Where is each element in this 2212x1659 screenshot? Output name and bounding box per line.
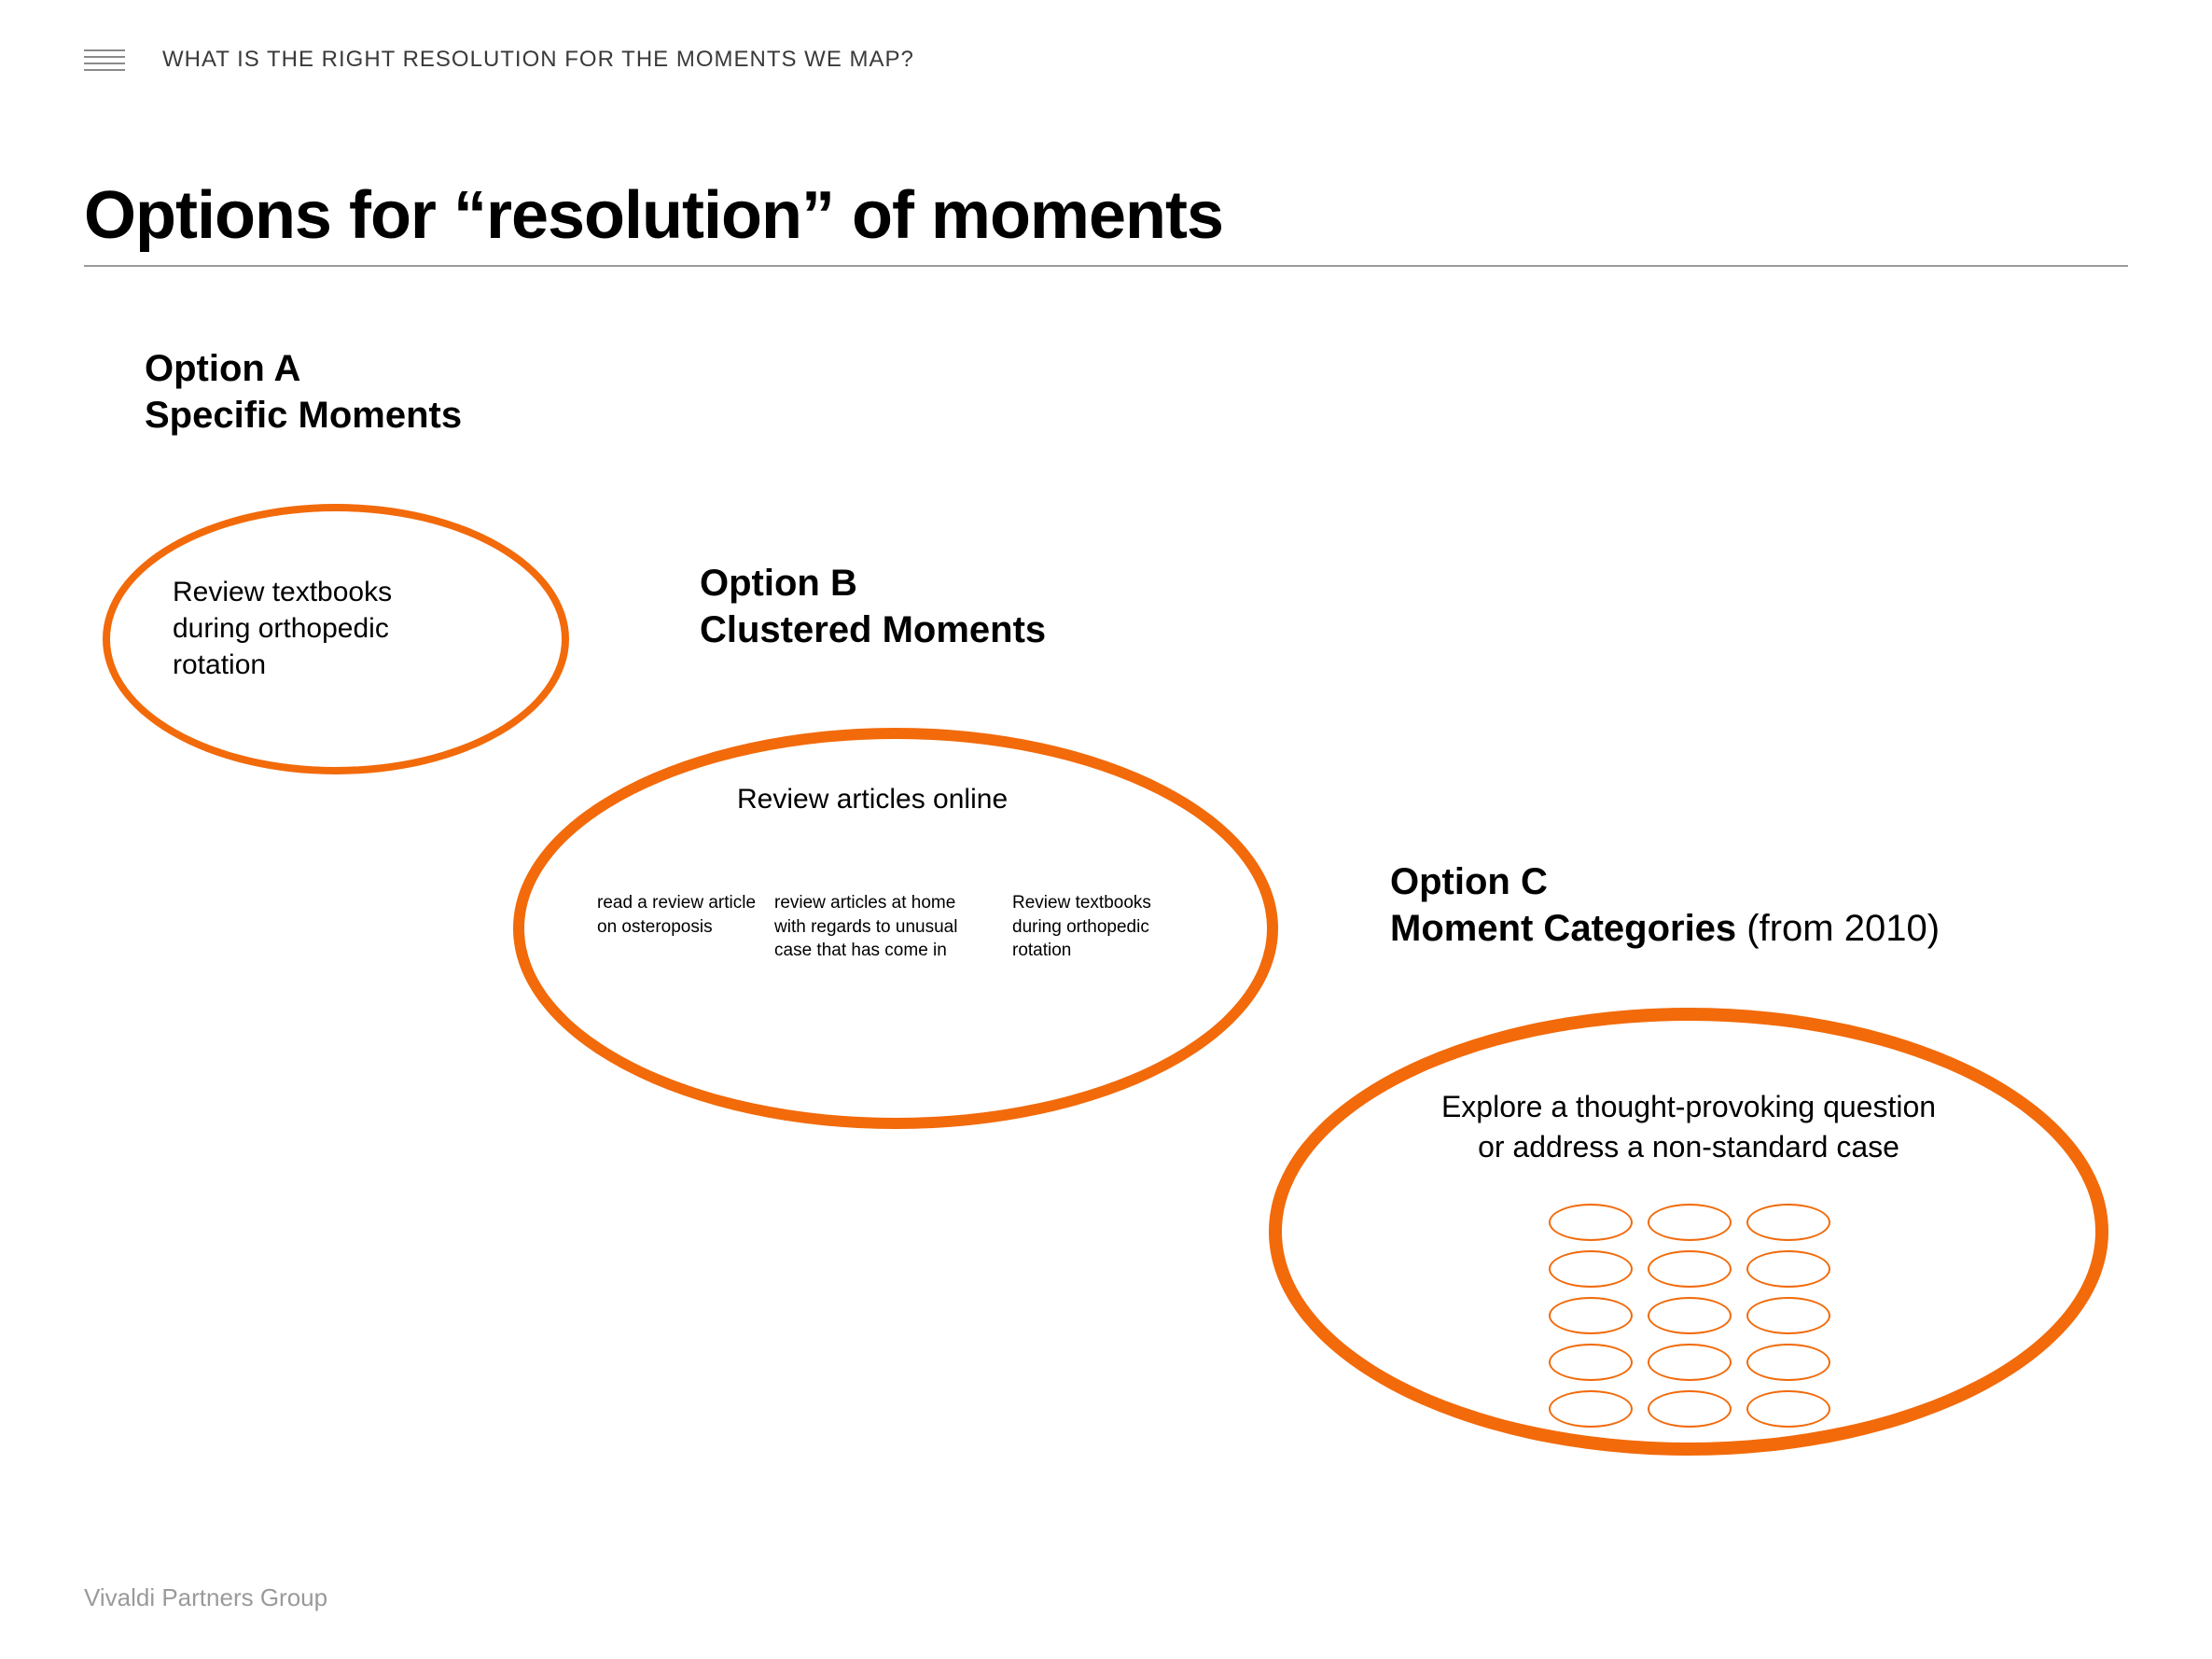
mini-ellipse — [1746, 1390, 1830, 1428]
mini-ellipse — [1746, 1297, 1830, 1334]
mini-ellipse — [1549, 1390, 1633, 1428]
menu-icon — [84, 49, 125, 71]
option-b-heading-line1: Option B — [700, 560, 1046, 606]
option-b-item-2: review articles at home with regards to … — [774, 891, 989, 963]
slide-header: WHAT IS THE RIGHT RESOLUTION FOR THE MOM… — [84, 47, 2128, 73]
kicker-text: WHAT IS THE RIGHT RESOLUTION FOR THE MOM… — [162, 47, 914, 73]
mini-ellipse — [1746, 1250, 1830, 1288]
mini-ellipse — [1648, 1390, 1732, 1428]
mini-ellipse — [1648, 1297, 1732, 1334]
option-c-bubble-line2: or address a non-standard case — [1390, 1127, 1987, 1167]
option-a-heading-line1: Option A — [145, 345, 462, 392]
mini-ellipse — [1648, 1204, 1732, 1241]
option-b-heading: Option B Clustered Moments — [700, 560, 1046, 653]
option-c-heading-line2-strong: Moment Categories — [1390, 908, 1736, 949]
option-b-bubble-title: Review articles online — [737, 784, 1008, 816]
title-block: Options for “resolution” of moments — [84, 177, 2128, 267]
slide-title: Options for “resolution” of moments — [84, 177, 2128, 265]
option-c-heading-line2-normal: (from 2010) — [1736, 908, 1940, 949]
option-a-bubble-text: Review textbooks during orthopedic rotat… — [173, 574, 452, 683]
mini-ellipse — [1549, 1344, 1633, 1381]
mini-ellipse — [1648, 1344, 1732, 1381]
mini-ellipse — [1549, 1250, 1633, 1288]
option-b-item-3: Review textbooks during orthopedic rotat… — [1012, 891, 1199, 963]
option-a-heading: Option A Specific Moments — [145, 345, 462, 439]
mini-ellipse — [1648, 1250, 1732, 1288]
footer-text: Vivaldi Partners Group — [84, 1583, 327, 1612]
mini-ellipse — [1549, 1297, 1633, 1334]
option-c-bubble-text: Explore a thought-provoking question or … — [1390, 1087, 1987, 1167]
option-b-heading-line2: Clustered Moments — [700, 606, 1046, 653]
option-a-heading-line2: Specific Moments — [145, 392, 462, 439]
option-c-bubble-line1: Explore a thought-provoking question — [1390, 1087, 1987, 1127]
option-c-heading-line1: Option C — [1390, 858, 1940, 905]
mini-ellipse — [1746, 1344, 1830, 1381]
option-b-item-1: read a review article on osteroposis — [597, 891, 765, 939]
option-c-mini-grid — [1549, 1204, 1830, 1428]
title-rule — [84, 265, 2128, 267]
mini-ellipse — [1746, 1204, 1830, 1241]
option-c-heading: Option C Moment Categories (from 2010) — [1390, 858, 1940, 952]
mini-ellipse — [1549, 1204, 1633, 1241]
